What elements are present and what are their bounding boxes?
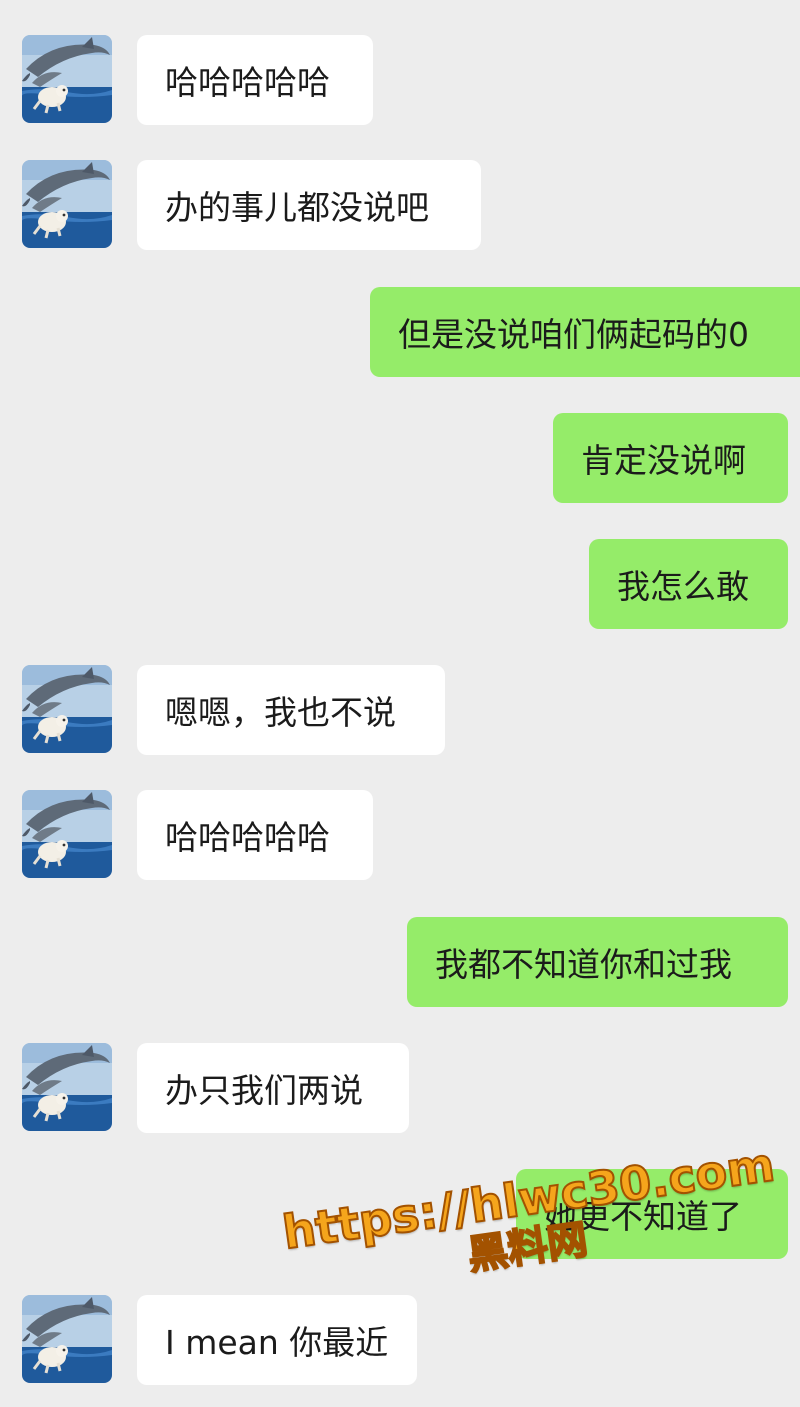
- message-text: 我都不知道你和过我: [435, 945, 732, 984]
- dolphin-avatar-icon[interactable]: [22, 790, 112, 878]
- dolphin-avatar-icon[interactable]: [22, 1043, 112, 1131]
- message-text: 哈哈哈哈哈: [165, 818, 330, 857]
- message-text: 她更不知道了: [544, 1197, 742, 1236]
- message-text: 肯定没说啊: [581, 441, 746, 480]
- message-text: 哈哈哈哈哈: [165, 63, 330, 102]
- message-text: 办只我们两说: [165, 1071, 363, 1110]
- outgoing-message-bubble[interactable]: 她更不知道了: [516, 1169, 788, 1259]
- dolphin-avatar-icon[interactable]: [22, 35, 112, 123]
- outgoing-message-bubble[interactable]: 但是没说咱们俩起码的0: [370, 287, 800, 377]
- outgoing-message-bubble[interactable]: 我怎么敢: [589, 539, 788, 629]
- dolphin-avatar-icon[interactable]: [22, 160, 112, 248]
- message-text: I mean 你最近: [165, 1323, 389, 1362]
- incoming-message-bubble[interactable]: 办的事儿都没说吧: [137, 160, 481, 250]
- outgoing-message-bubble[interactable]: 肯定没说啊: [553, 413, 788, 503]
- message-text: 但是没说咱们俩起码的0: [398, 315, 749, 354]
- incoming-message-bubble[interactable]: 哈哈哈哈哈: [137, 35, 373, 125]
- incoming-message-bubble[interactable]: 嗯嗯，我也不说: [137, 665, 445, 755]
- incoming-message-bubble[interactable]: 办只我们两说: [137, 1043, 409, 1133]
- incoming-message-bubble[interactable]: I mean 你最近: [137, 1295, 417, 1385]
- incoming-message-bubble[interactable]: 哈哈哈哈哈: [137, 790, 373, 880]
- dolphin-avatar-icon[interactable]: [22, 1295, 112, 1383]
- message-text: 办的事儿都没说吧: [165, 188, 429, 227]
- dolphin-avatar-icon[interactable]: [22, 665, 112, 753]
- message-text: 嗯嗯，我也不说: [165, 693, 396, 732]
- message-text: 我怎么敢: [617, 567, 749, 606]
- outgoing-message-bubble[interactable]: 我都不知道你和过我: [407, 917, 788, 1007]
